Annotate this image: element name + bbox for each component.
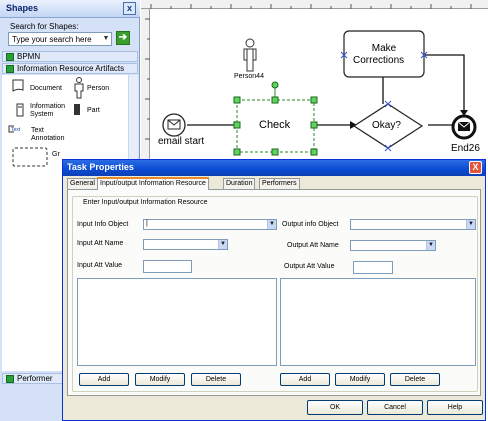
input-att-value-field[interactable]: [143, 260, 192, 273]
gateway-label: Okay?: [372, 120, 401, 131]
stencil-bpmn[interactable]: BPMN: [2, 51, 138, 62]
stencil-information-resource[interactable]: Information Resource Artifacts: [2, 63, 138, 74]
part-icon: [74, 104, 80, 115]
group-icon: [12, 147, 48, 167]
close-icon[interactable]: X: [469, 161, 482, 174]
person-label: Person44: [234, 73, 264, 80]
stencil-item-person[interactable]: Person: [72, 77, 109, 102]
search-input-text: Type your search here: [12, 35, 92, 44]
stencil-item-label: Person: [87, 85, 110, 92]
person-icon: [74, 77, 84, 99]
svg-text:Text: Text: [11, 127, 21, 133]
output-resource-list[interactable]: [280, 278, 476, 366]
make-corrections-label-line2: Corrections: [353, 55, 405, 66]
stencil-icon: [6, 375, 14, 383]
ruler-horizontal: [141, 0, 488, 9]
input-att-name-select[interactable]: ▼: [143, 239, 228, 250]
bpmn-diagram: Person44 Check email start Make Correcti…: [150, 9, 488, 159]
output-modify-button[interactable]: Modify: [335, 373, 385, 386]
output-att-value-field[interactable]: [353, 261, 393, 274]
chevron-down-icon[interactable]: ▼: [101, 33, 111, 45]
stencil-item-label: Gr: [52, 151, 60, 158]
stencil-item-text-annotation[interactable]: Text Text Annotation: [8, 125, 64, 142]
tab-performers[interactable]: Performers: [259, 178, 300, 189]
input-info-object-value: |: [146, 220, 148, 227]
start-event-shape[interactable]: [162, 113, 186, 137]
check-label: Check: [259, 119, 291, 131]
output-att-name-select[interactable]: ▼: [350, 240, 436, 251]
output-info-object-label: Output info Object: [282, 221, 339, 228]
input-resource-list[interactable]: [77, 278, 277, 366]
ok-button[interactable]: OK: [307, 400, 363, 415]
dialog-title-bar[interactable]: Task Properties X: [63, 160, 485, 176]
close-icon[interactable]: x: [123, 2, 136, 15]
shapes-panel-header: Shapes x: [0, 0, 140, 18]
output-add-button[interactable]: Add: [280, 373, 330, 386]
output-att-name-label: Output Att Name: [287, 242, 339, 249]
input-add-button[interactable]: Add: [79, 373, 129, 386]
input-modify-button[interactable]: Modify: [135, 373, 185, 386]
make-corrections-label-line1: Make: [371, 43, 397, 54]
task-properties-dialog: Task Properties X General Input/output I…: [62, 159, 486, 421]
tab-general[interactable]: General: [67, 178, 98, 189]
text-annotation-icon: Text: [8, 125, 21, 133]
stencil-item-label: Information: [30, 103, 66, 110]
input-att-name-label: Input Att Name: [77, 240, 124, 247]
stencil-item-label: Part: [87, 107, 100, 114]
input-att-value-label: Input Att Value: [77, 262, 123, 269]
stencil-item-document[interactable]: Document: [12, 79, 62, 96]
stencil-item-part[interactable]: Part: [72, 103, 100, 120]
document-icon: [12, 79, 24, 92]
tab-input-output[interactable]: Input/output Information Resource: [97, 177, 209, 190]
search-input[interactable]: Type your search here ▼: [8, 32, 112, 46]
information-system-icon: [16, 103, 24, 117]
group-title: Enter Input/output Information Resource: [81, 199, 210, 206]
output-info-object-select[interactable]: ▼: [350, 219, 476, 230]
stencil-item-information-system[interactable]: Information System: [16, 103, 65, 120]
input-info-object-select[interactable]: | ▼: [143, 219, 277, 230]
stencil-info-label: Information Resource Artifacts: [17, 64, 125, 73]
input-info-object-label: Input Info Object: [77, 221, 129, 228]
chevron-down-icon[interactable]: ▼: [466, 220, 475, 229]
stencil-performer-label: Performer: [17, 374, 53, 383]
tab-panel: Enter Input/output Information Resource …: [67, 189, 481, 396]
stencil-item-label: Annotation: [31, 135, 65, 142]
arrow-right-icon[interactable]: ➔: [116, 31, 130, 45]
dialog-title: Task Properties: [67, 162, 134, 172]
chevron-down-icon[interactable]: ▼: [426, 241, 435, 250]
person-shape[interactable]: [243, 38, 257, 72]
end-event-label: End26: [451, 143, 480, 154]
cancel-button[interactable]: Cancel: [367, 400, 423, 415]
stencil-item-group[interactable]: Gr: [12, 147, 60, 170]
chevron-down-icon[interactable]: ▼: [218, 240, 227, 249]
help-button[interactable]: Help: [427, 400, 483, 415]
sequence-flow[interactable]: [425, 54, 465, 111]
stencil-item-label: System: [30, 111, 54, 118]
input-delete-button[interactable]: Delete: [191, 373, 241, 386]
tab-duration[interactable]: Duration: [223, 178, 256, 189]
chevron-down-icon[interactable]: ▼: [267, 220, 276, 229]
output-delete-button[interactable]: Delete: [390, 373, 440, 386]
email-start-label: email start: [158, 136, 205, 147]
stencil-item-label: Text: [31, 127, 44, 134]
end-event-shape[interactable]: [451, 114, 477, 140]
io-group-box: Enter Input/output Information Resource …: [72, 196, 478, 392]
stencil-icon: [6, 53, 14, 61]
stencil-item-label: Document: [30, 85, 62, 92]
stencil-icon: [6, 65, 14, 73]
shapes-panel-title: Shapes: [6, 3, 39, 13]
stencil-bpmn-label: BPMN: [17, 52, 41, 61]
search-label: Search for Shapes:: [10, 22, 79, 31]
output-att-value-label: Output Att Value: [284, 263, 335, 270]
task-make-corrections-shape[interactable]: [340, 30, 428, 78]
